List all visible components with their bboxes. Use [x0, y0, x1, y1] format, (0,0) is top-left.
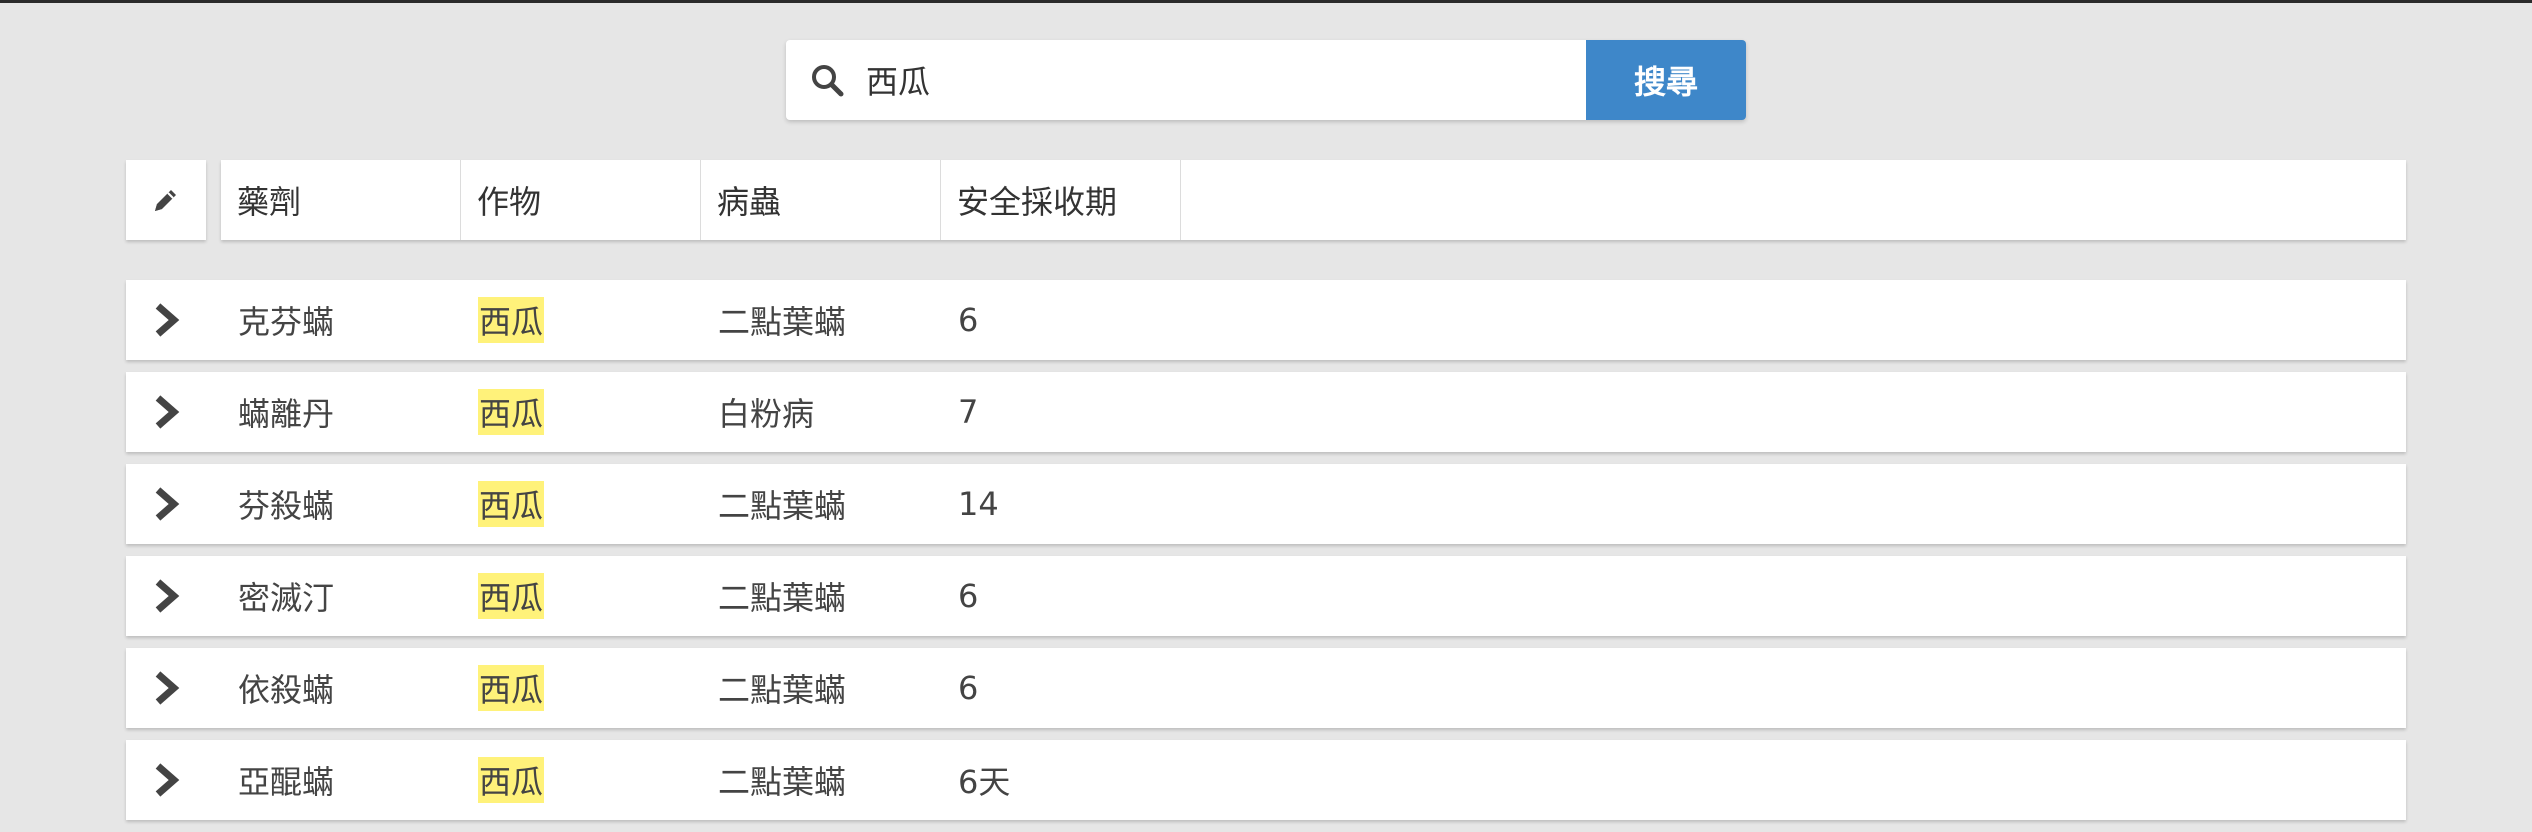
- column-header-drug[interactable]: 藥劑: [221, 160, 461, 240]
- drug-cell: 亞醌蟎: [238, 763, 335, 801]
- search-box[interactable]: [786, 40, 1586, 120]
- safe-period-cell: 6: [958, 301, 979, 339]
- pencil-icon: [155, 190, 176, 211]
- crop-cell: 西瓜: [478, 280, 545, 360]
- chevron-right-icon[interactable]: [152, 394, 182, 430]
- search-highlight: 西瓜: [478, 665, 545, 711]
- table-row[interactable]: 蟎離丹 西瓜 白粉病 7: [126, 372, 2406, 452]
- table-row[interactable]: 密滅汀 西瓜 二點葉蟎 6: [126, 556, 2406, 636]
- edit-button[interactable]: [126, 160, 206, 240]
- chevron-right-icon[interactable]: [152, 670, 182, 706]
- table-row[interactable]: 芬殺蟎 西瓜 二點葉蟎 14: [126, 464, 2406, 544]
- table-body: 克芬蟎 西瓜 二點葉蟎 6 蟎離丹 西瓜 白粉病 7 芬殺蟎 西瓜 二點葉蟎 1…: [126, 280, 2406, 832]
- search-highlight: 西瓜: [478, 757, 545, 803]
- chevron-right-icon[interactable]: [152, 578, 182, 614]
- chevron-right-icon[interactable]: [152, 486, 182, 522]
- search-highlight: 西瓜: [478, 573, 545, 619]
- column-header-crop[interactable]: 作物: [461, 160, 701, 240]
- drug-cell: 依殺蟎: [238, 671, 335, 709]
- crop-cell: 西瓜: [478, 464, 545, 544]
- chevron-right-icon[interactable]: [152, 762, 182, 798]
- pest-cell: 白粉病: [718, 395, 815, 433]
- safe-period-cell: 7: [958, 393, 979, 431]
- table-header: 藥劑 作物 病蟲 安全採收期: [126, 160, 2406, 240]
- chevron-right-icon[interactable]: [152, 302, 182, 338]
- crop-cell: 西瓜: [478, 556, 545, 636]
- search-highlight: 西瓜: [478, 389, 545, 435]
- safe-period-cell: 14: [958, 485, 999, 523]
- search-bar: 搜尋: [786, 40, 1746, 120]
- drug-cell: 克芬蟎: [238, 303, 335, 341]
- pest-cell: 二點葉蟎: [718, 303, 847, 341]
- header-row: 藥劑 作物 病蟲 安全採收期: [221, 160, 2406, 240]
- table-row[interactable]: 亞醌蟎 西瓜 二點葉蟎 6天: [126, 740, 2406, 820]
- drug-cell: 密滅汀: [238, 579, 335, 617]
- pest-cell: 二點葉蟎: [718, 487, 847, 525]
- drug-cell: 芬殺蟎: [238, 487, 335, 525]
- safe-period-cell: 6: [958, 577, 979, 615]
- crop-cell: 西瓜: [478, 648, 545, 728]
- safe-period-cell: 6: [958, 669, 979, 707]
- pest-cell: 二點葉蟎: [718, 579, 847, 617]
- safe-period-cell: 6天: [958, 763, 1011, 801]
- pest-cell: 二點葉蟎: [718, 763, 847, 801]
- column-header-safe-period[interactable]: 安全採收期: [941, 160, 1181, 240]
- search-input[interactable]: [866, 61, 1546, 99]
- table-row[interactable]: 克芬蟎 西瓜 二點葉蟎 6: [126, 280, 2406, 360]
- search-button[interactable]: 搜尋: [1586, 40, 1746, 120]
- pest-cell: 二點葉蟎: [718, 671, 847, 709]
- crop-cell: 西瓜: [478, 740, 545, 820]
- top-border: [0, 0, 2532, 3]
- search-highlight: 西瓜: [478, 481, 545, 527]
- column-header-pest[interactable]: 病蟲: [701, 160, 941, 240]
- table-row[interactable]: 依殺蟎 西瓜 二點葉蟎 6: [126, 648, 2406, 728]
- search-highlight: 西瓜: [478, 297, 545, 343]
- search-icon: [812, 65, 844, 97]
- crop-cell: 西瓜: [478, 372, 545, 452]
- drug-cell: 蟎離丹: [238, 395, 335, 433]
